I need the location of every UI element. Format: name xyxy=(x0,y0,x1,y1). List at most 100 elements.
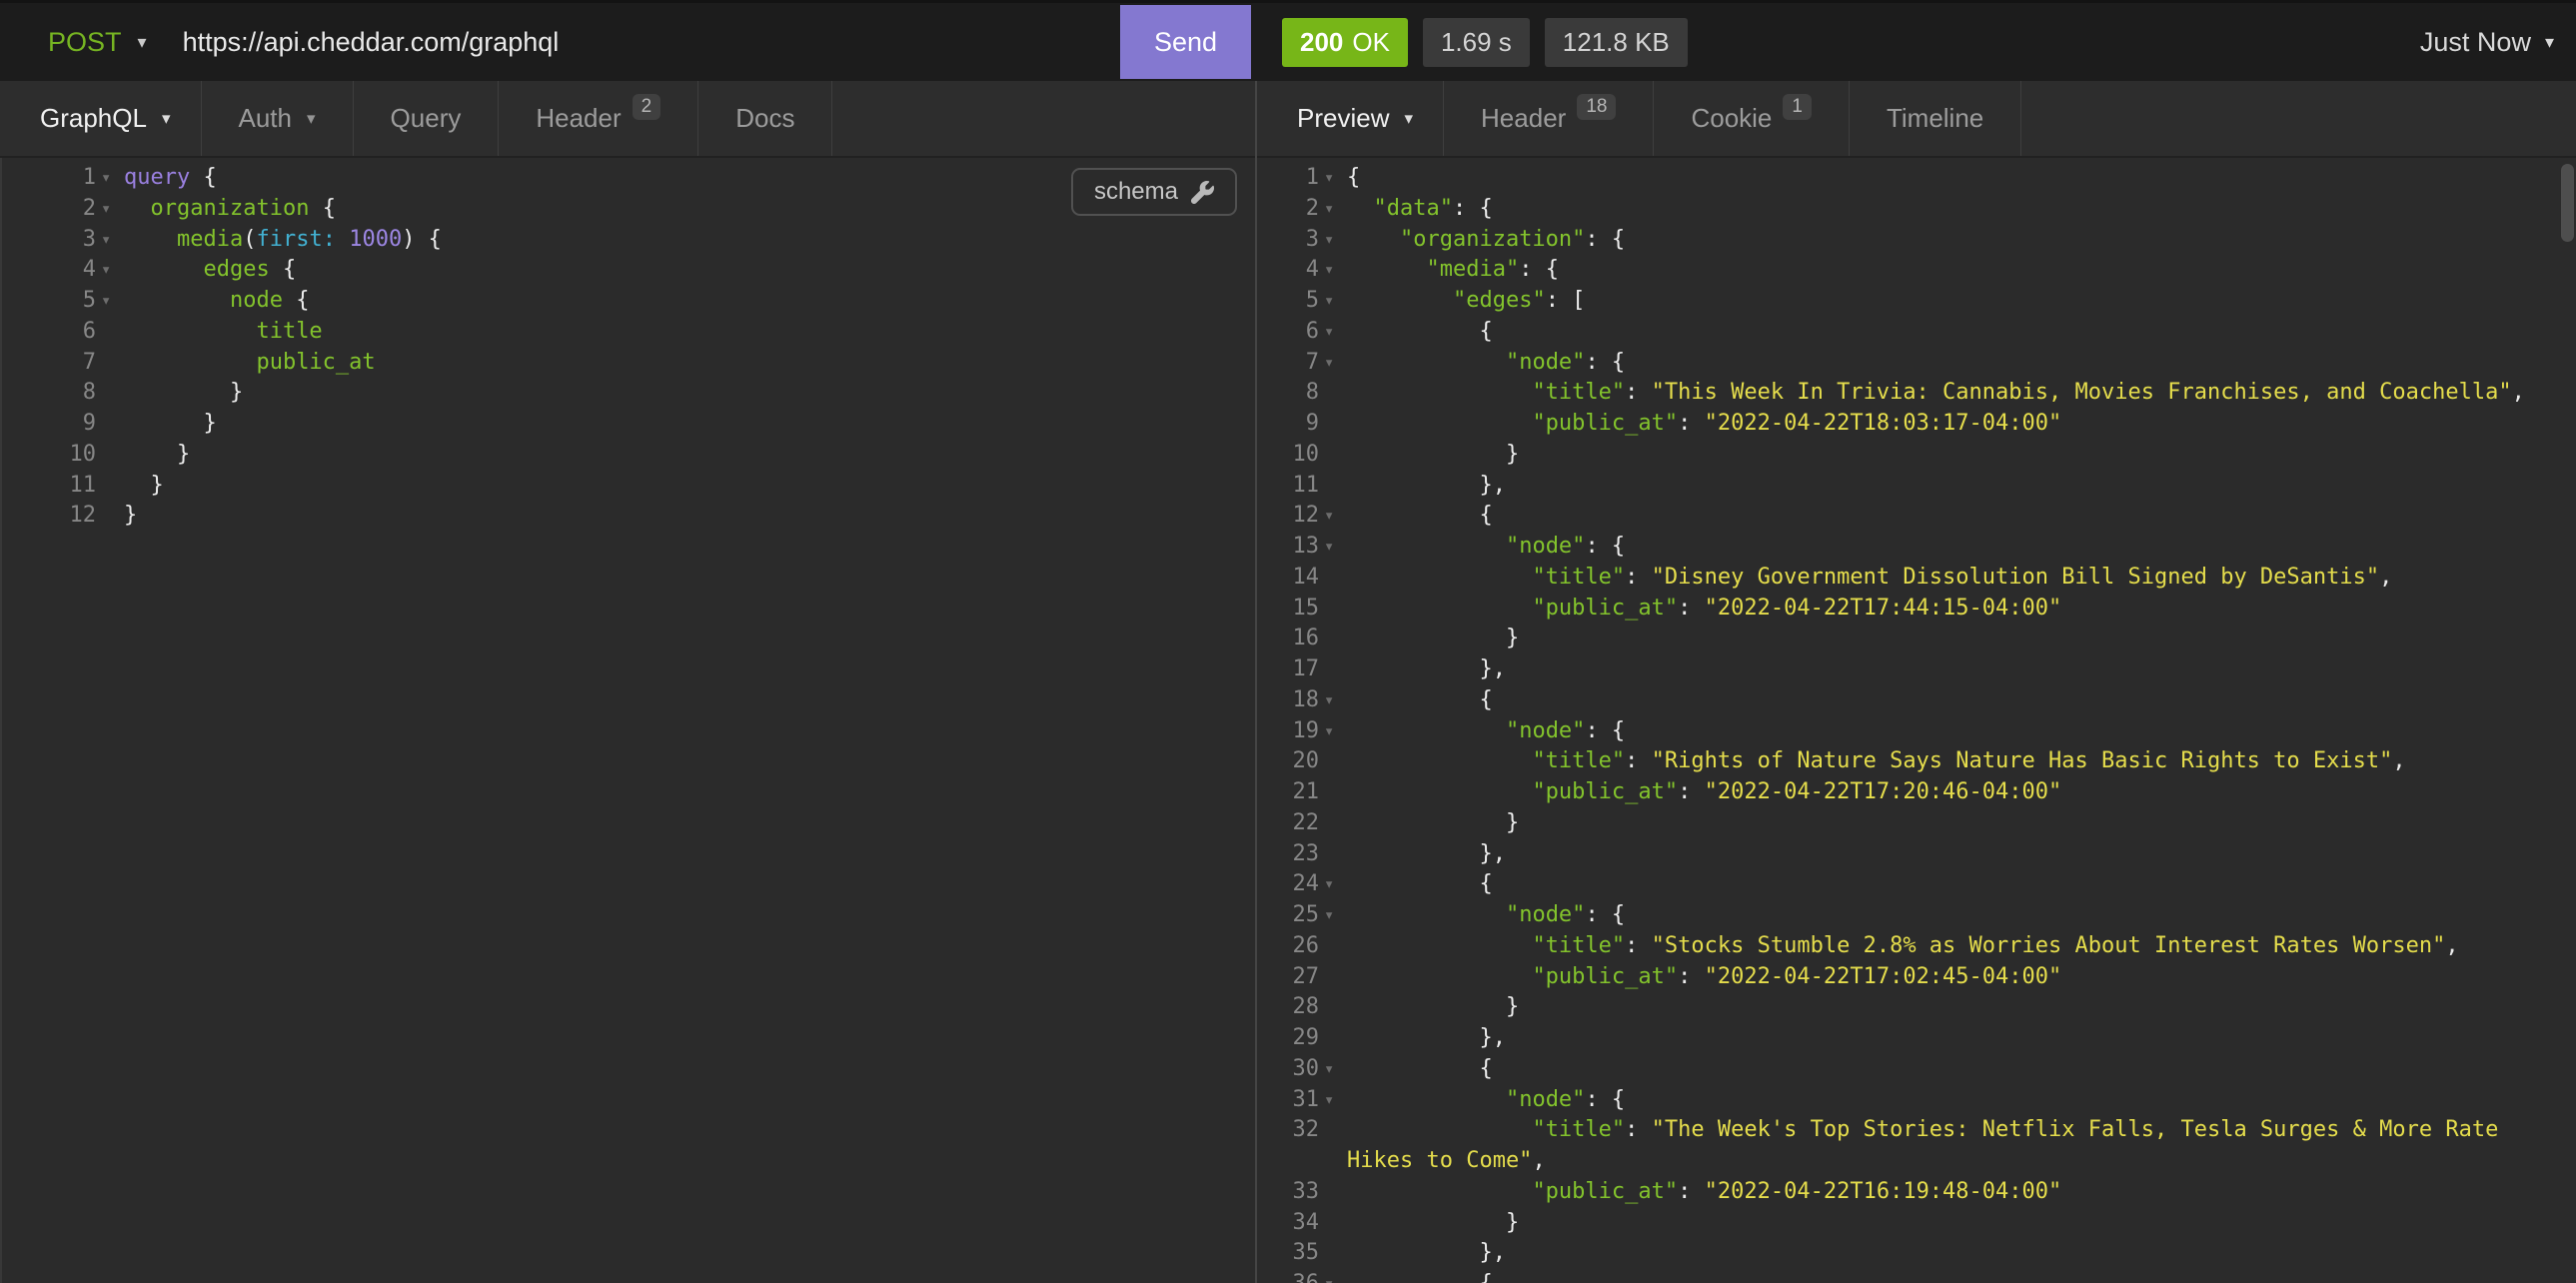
fold-arrow-icon[interactable]: ▾ xyxy=(1319,317,1347,348)
fold-arrow-icon[interactable]: ▾ xyxy=(1319,255,1347,286)
line-number: 22 xyxy=(1257,808,1319,839)
fold-arrow-icon[interactable]: ▾ xyxy=(1319,163,1347,194)
tab-auth[interactable]: Auth ▾ xyxy=(202,81,354,156)
code-text: } xyxy=(1347,624,2576,654)
line-number: 10 xyxy=(1257,440,1319,471)
scrollbar-thumb[interactable] xyxy=(2561,164,2574,242)
url-input[interactable]: https://api.cheddar.com/graphql xyxy=(183,27,1120,58)
tab-docs[interactable]: Docs xyxy=(698,81,832,156)
body-type-dropdown[interactable]: GraphQL ▾ xyxy=(0,81,202,156)
gutter: 15 xyxy=(1257,594,1347,625)
line-number: 6 xyxy=(0,317,96,348)
time-badge: 1.69 s xyxy=(1423,18,1530,67)
line-number: 7 xyxy=(0,348,96,379)
code-line: 5▾ "edges": [ xyxy=(1257,286,2576,317)
fold-arrow-icon[interactable]: ▾ xyxy=(1319,501,1347,532)
code-line: 2▾ organization { xyxy=(0,194,1255,225)
gutter: 10 xyxy=(0,440,124,471)
fold-arrow-icon[interactable]: ▾ xyxy=(1319,685,1347,716)
history-label: Just Now xyxy=(2420,27,2531,58)
code-text: edges { xyxy=(124,255,1255,286)
chevron-down-icon: ▾ xyxy=(307,109,316,129)
fold-arrow-icon[interactable]: ▾ xyxy=(96,255,124,286)
gutter: 23 xyxy=(1257,839,1347,870)
schema-button[interactable]: schema xyxy=(1071,168,1237,216)
method-dropdown[interactable]: POST ▾ xyxy=(0,27,147,58)
fold-arrow-icon[interactable]: ▾ xyxy=(1319,225,1347,256)
fold-arrow-icon[interactable]: ▾ xyxy=(96,225,124,256)
cookie-count-badge: 1 xyxy=(1783,94,1812,120)
fold-arrow-icon[interactable]: ▾ xyxy=(1319,194,1347,225)
response-json-viewer[interactable]: 1▾{2▾ "data": {3▾ "organization": {4▾ "m… xyxy=(1257,158,2576,1283)
code-text: }, xyxy=(1347,1238,2576,1269)
fold-arrow-icon[interactable]: ▾ xyxy=(1319,900,1347,931)
code-line: 7▾ "node": { xyxy=(1257,348,2576,379)
preview-mode-dropdown[interactable]: Preview ▾ xyxy=(1257,81,1444,156)
fold-arrow-icon[interactable]: ▾ xyxy=(1319,1085,1347,1116)
tab-header[interactable]: Header 2 xyxy=(499,81,698,156)
send-button[interactable]: Send xyxy=(1120,5,1251,79)
code-line: 1▾query { xyxy=(0,163,1255,194)
gutter: 1▾ xyxy=(0,163,124,194)
line-number: 30 xyxy=(1257,1054,1319,1085)
fold-arrow-icon[interactable]: ▾ xyxy=(1319,716,1347,747)
gutter: 6 xyxy=(0,317,124,348)
line-number: 8 xyxy=(1257,378,1319,409)
gutter: 7 xyxy=(0,348,124,379)
tab-label: Header xyxy=(536,103,621,134)
fold-arrow-icon[interactable]: ▾ xyxy=(1319,1269,1347,1283)
main-panes: GraphQL ▾ Auth ▾ Query Header 2 Docs xyxy=(0,81,2576,1283)
fold-arrow-icon[interactable]: ▾ xyxy=(96,194,124,225)
line-number: 16 xyxy=(1257,624,1319,654)
line-number: 2 xyxy=(0,194,96,225)
gutter: 19▾ xyxy=(1257,716,1347,747)
tab-label: Cookie xyxy=(1691,103,1772,134)
fold-arrow-icon[interactable]: ▾ xyxy=(1319,532,1347,563)
gutter: 36▾ xyxy=(1257,1269,1347,1283)
tab-query[interactable]: Query xyxy=(354,81,500,156)
size-badge: 121.8 KB xyxy=(1545,18,1688,67)
tab-label: Header xyxy=(1481,103,1566,134)
gutter: 12▾ xyxy=(1257,501,1347,532)
fold-arrow-icon[interactable]: ▾ xyxy=(1319,348,1347,379)
fold-arrow-icon[interactable]: ▾ xyxy=(1319,1054,1347,1085)
tab-timeline[interactable]: Timeline xyxy=(1850,81,2021,156)
code-line: 9 } xyxy=(0,409,1255,440)
gutter: 12 xyxy=(0,501,124,532)
line-number: 2 xyxy=(1257,194,1319,225)
tab-response-header[interactable]: Header 18 xyxy=(1444,81,1654,156)
code-text: "public_at": "2022-04-22T17:44:15-04:00" xyxy=(1347,594,2576,625)
code-line: 3▾ media(first: 1000) { xyxy=(0,225,1255,256)
code-text: } xyxy=(124,440,1255,471)
code-text: "node": { xyxy=(1347,348,2576,379)
code-line: 34 } xyxy=(1257,1208,2576,1239)
code-line: 2▾ "data": { xyxy=(1257,194,2576,225)
fold-arrow-icon[interactable]: ▾ xyxy=(96,286,124,317)
gutter: 24▾ xyxy=(1257,869,1347,900)
line-number: 36 xyxy=(1257,1269,1319,1283)
fold-arrow-icon[interactable]: ▾ xyxy=(96,163,124,194)
code-text: title xyxy=(124,317,1255,348)
fold-arrow-icon[interactable]: ▾ xyxy=(1319,286,1347,317)
line-number: 12 xyxy=(0,501,96,532)
line-number: 5 xyxy=(0,286,96,317)
code-line: 10 } xyxy=(1257,440,2576,471)
line-number: 12 xyxy=(1257,501,1319,532)
method-label: POST xyxy=(48,27,122,58)
code-line: 35 }, xyxy=(1257,1238,2576,1269)
header-count-badge: 2 xyxy=(633,94,661,120)
code-line: 32 "title": "The Week's Top Stories: Net… xyxy=(1257,1115,2576,1177)
tab-label: Docs xyxy=(735,103,794,134)
tab-cookie[interactable]: Cookie 1 xyxy=(1654,81,1850,156)
line-number: 3 xyxy=(1257,225,1319,256)
graphql-query-editor[interactable]: schema 1▾query {2▾ organization {3▾ medi… xyxy=(0,158,1255,1283)
history-dropdown[interactable]: Just Now ▾ xyxy=(2420,27,2554,58)
code-line: 27 "public_at": "2022-04-22T17:02:45-04:… xyxy=(1257,962,2576,993)
code-text: }, xyxy=(1347,1023,2576,1054)
code-text: media(first: 1000) { xyxy=(124,225,1255,256)
fold-arrow-icon[interactable]: ▾ xyxy=(1319,869,1347,900)
code-text: "node": { xyxy=(1347,1085,2576,1116)
response-tabbar: Preview ▾ Header 18 Cookie 1 Timeline xyxy=(1257,81,2576,158)
gutter: 8 xyxy=(1257,378,1347,409)
gutter: 27 xyxy=(1257,962,1347,993)
